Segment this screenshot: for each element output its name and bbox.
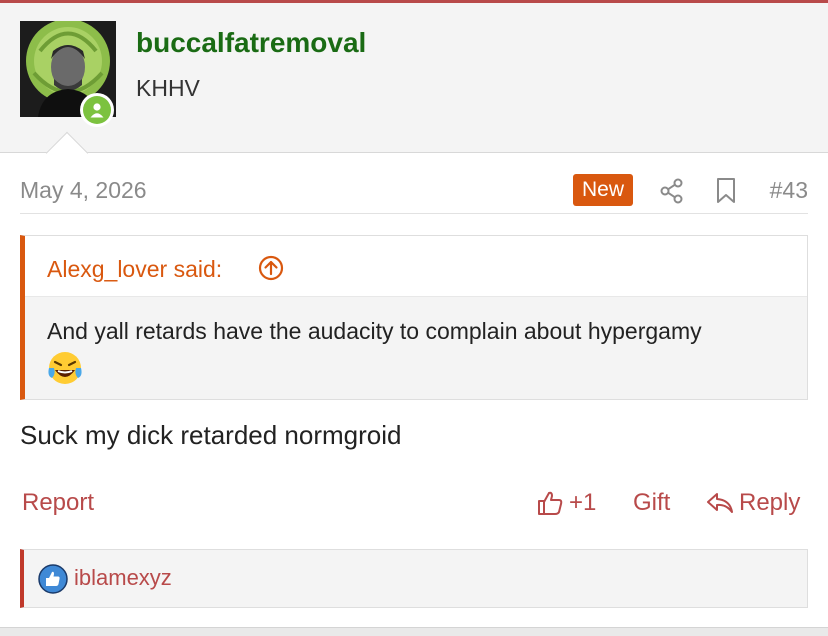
post-number-link[interactable]: #43: [770, 177, 808, 204]
user-title: KHHV: [136, 75, 200, 101]
laughing-crying-emoji-icon: [47, 350, 83, 386]
post-date[interactable]: May 4, 2026: [20, 177, 147, 204]
like-button[interactable]: +1: [537, 486, 596, 520]
thumbs-up-icon: [538, 491, 563, 515]
reply-arrow-icon: [707, 493, 733, 513]
online-status-indicator: [80, 93, 114, 127]
reply-label: Reply: [739, 489, 801, 516]
username-link[interactable]: buccalfatremoval: [136, 27, 366, 59]
quote-content: And yall retards have the audacity to co…: [47, 314, 797, 386]
like-reaction-icon: [38, 564, 68, 599]
post-user-header: buccalfatremoval KHHV: [0, 3, 828, 153]
share-icon[interactable]: [658, 177, 686, 210]
post-body: Suck my dick retarded normgroid: [20, 420, 402, 450]
post-meta-bar: May 4, 2026 New #43: [20, 172, 808, 214]
new-badge: New: [573, 174, 634, 206]
user-online-icon: [90, 103, 104, 118]
jump-to-quote-icon[interactable]: [257, 254, 285, 287]
reactions-bar: iblamexyz: [20, 549, 808, 608]
gift-link[interactable]: Gift: [633, 489, 670, 517]
reply-button[interactable]: Reply: [706, 486, 800, 520]
quote-attribution-link[interactable]: Alexg_lover said:: [47, 256, 222, 283]
quote-header: Alexg_lover said:: [25, 236, 807, 297]
quote-text: And yall retards have the audacity to co…: [47, 318, 702, 344]
quote-block: Alexg_lover said: And yall retards have …: [20, 235, 808, 400]
next-post-divider: [0, 627, 828, 636]
reaction-user-link[interactable]: iblamexyz: [74, 565, 172, 591]
bookmark-icon[interactable]: [714, 177, 738, 210]
like-count: +1: [569, 489, 597, 516]
report-link[interactable]: Report: [22, 489, 94, 517]
